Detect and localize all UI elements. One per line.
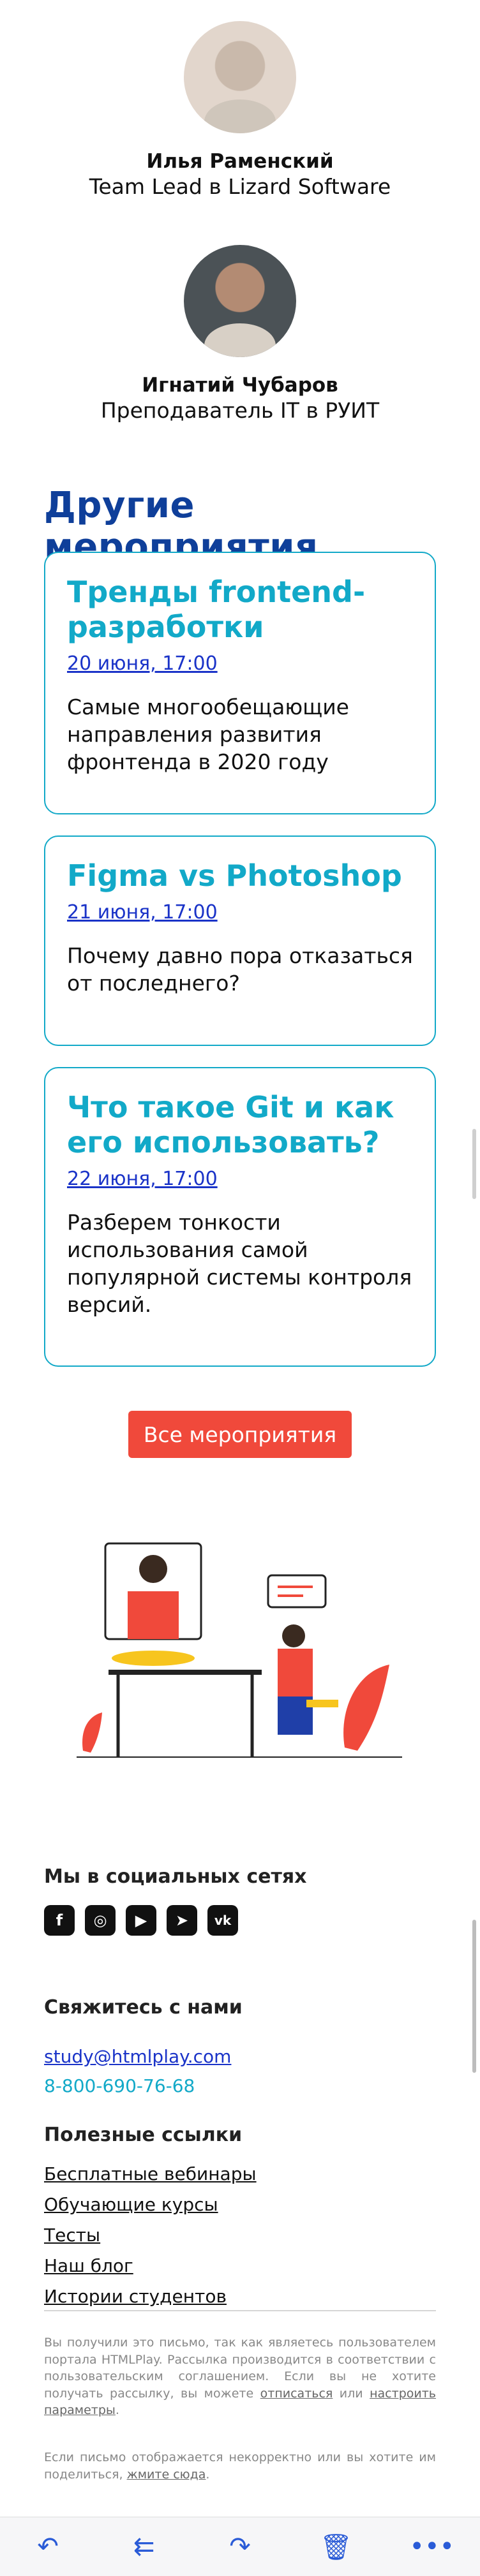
useful-link[interactable]: Истории студентов [44,2287,257,2306]
event-title: Тренды frontend-разработки [67,575,366,645]
useful-link[interactable]: Наш блог [44,2256,257,2276]
email-page: Илья Раменский Team Lead в Lizard Softwa… [0,0,480,2576]
event-description: Почему давно пора отказаться от последне… [67,943,413,996]
speaker-1: Илья Раменский Team Lead в Lizard Softwa… [0,21,480,200]
event-title: Figma vs Photoshop [67,858,402,893]
legal-text: или [333,2386,370,2401]
event-card: Figma vs Photoshop 21 июня, 17:00 Почему… [44,835,436,1046]
event-date-link[interactable]: 21 июня, 17:00 [67,901,413,924]
event-description: Самые многообещающие направления развити… [67,695,349,775]
phone-link[interactable]: 8-800-690-76-68 [44,2075,195,2096]
instagram-icon[interactable]: ◎ [85,1905,116,1936]
event-date-link[interactable]: 22 июня, 17:00 [67,1168,413,1190]
social-links: f ◎ ▶ ➤ vk [44,1905,238,1936]
unsubscribe-link[interactable]: отписаться [260,2387,333,2401]
speaker-role: Преподаватель IT в РУИТ [100,398,380,423]
speaker-2: Игнатий Чубаров Преподаватель IT в РУИТ [0,245,480,423]
useful-link[interactable]: Бесплатные вебинары [44,2165,257,2184]
scrollbar-thumb[interactable] [472,1920,476,2073]
more-icon[interactable]: ••• [407,2532,458,2561]
contact-title: Свяжитесь с нами [44,1996,243,2019]
speaker-name: Игнатий Чубаров [142,374,338,397]
reply-all-icon[interactable]: ⇇ [119,2532,170,2561]
email-link[interactable]: study@htmlplay.com [44,2046,231,2067]
people-waving-illustration [77,1542,402,1758]
speaker-role: Team Lead в Lizard Software [89,174,391,200]
facebook-icon[interactable]: f [44,1905,75,1936]
legal-text: . [206,2467,210,2482]
legal-notice: Вы получили это письмо, так как являетес… [44,2334,436,2419]
useful-links-list: Бесплатные вебинары Обучающие курсы Тест… [44,2165,257,2318]
speaker-avatar [184,245,296,357]
useful-link[interactable]: Обучающие курсы [44,2195,257,2214]
event-date-link[interactable]: 20 июня, 17:00 [67,652,413,675]
trash-icon[interactable]: 🗑 [310,2532,361,2562]
mail-toolbar: ↶ ⇇ ↷ 🗑 ••• [0,2517,480,2576]
useful-link[interactable]: Тесты [44,2226,257,2245]
scrollbar[interactable] [472,1129,476,1199]
speaker-name: Илья Раменский [146,150,334,173]
footer-divider [44,2310,436,2311]
youtube-icon[interactable]: ▶ [126,1905,156,1936]
legal-text: . [115,2403,119,2418]
legal-notice-view: Если письмо отображается некорректно или… [44,2449,436,2483]
view-online-link[interactable]: жмите сюда [127,2468,206,2482]
telegram-icon[interactable]: ➤ [167,1905,197,1936]
speaker-avatar [184,21,296,133]
event-card: Тренды frontend-разработки 20 июня, 17:0… [44,552,436,814]
all-events-button[interactable]: Все мероприятия [128,1411,352,1458]
reply-icon[interactable]: ↶ [22,2532,73,2561]
event-title: Что такое Git и как его использовать? [67,1090,394,1160]
vk-icon[interactable]: vk [207,1905,238,1936]
legal-text: Если письмо отображается некорректно или… [44,2450,436,2482]
event-card: Что такое Git и как его использовать? 22… [44,1067,436,1367]
social-title: Мы в социальных сетях [44,1866,307,1888]
forward-icon[interactable]: ↷ [214,2532,266,2561]
links-title: Полезные ссылки [44,2124,243,2146]
event-description: Разберем тонкости использования самой по… [67,1210,412,1318]
